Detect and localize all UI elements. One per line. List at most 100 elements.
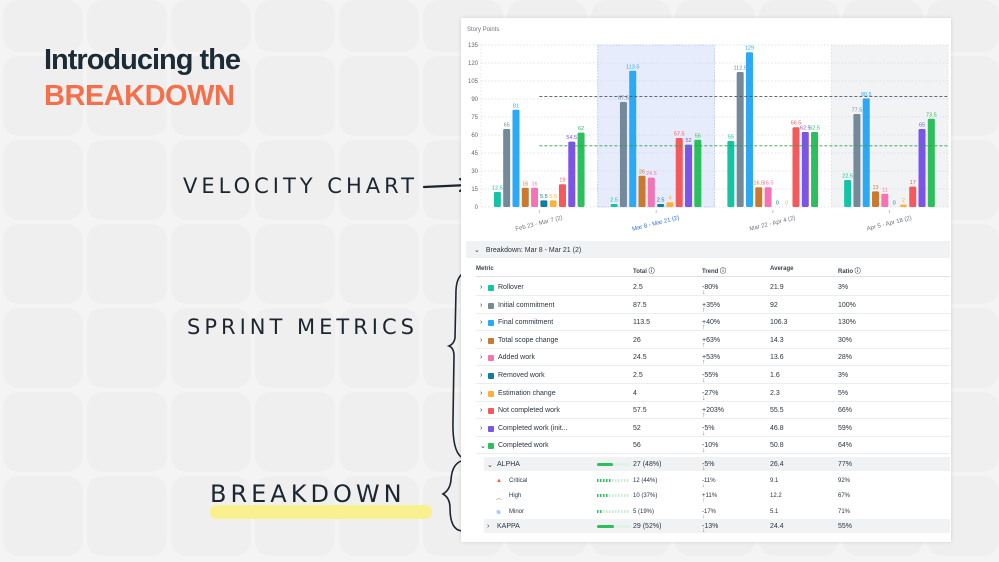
- info-icon[interactable]: ⓘ: [855, 269, 861, 275]
- bar: [685, 144, 693, 207]
- priority-label: High: [509, 493, 522, 499]
- chevron-right-icon[interactable]: ›: [480, 337, 482, 344]
- chevron-down-icon[interactable]: ⌄: [487, 461, 493, 469]
- bar-data-label: 55: [728, 135, 734, 141]
- bar: [493, 192, 501, 207]
- bar-data-label: 5.5: [540, 194, 548, 200]
- ratio-value: 92%: [838, 477, 851, 484]
- trend-value: ↓ -80%: [702, 284, 719, 296]
- group-row[interactable]: › KAPPA 29 (52%) ↓ -13% 24.4 55%: [484, 519, 950, 534]
- average-value: 92: [770, 301, 778, 309]
- bar: [745, 52, 753, 208]
- chevron-right-icon[interactable]: ›: [480, 319, 482, 326]
- ratio-value: 77%: [838, 461, 853, 468]
- series-swatch: [488, 302, 494, 309]
- arrow-down-icon: ↓: [702, 447, 706, 455]
- metric-row[interactable]: › Rollover 2.5 ↓ -80% 21.9 3%: [476, 279, 950, 296]
- chevron-right-icon[interactable]: ›: [480, 425, 482, 432]
- bar: [568, 141, 576, 207]
- ratio-value: 59%: [838, 424, 853, 432]
- trend-value: ↓ -55%: [702, 372, 719, 384]
- bar: [503, 129, 511, 207]
- bar: [558, 184, 566, 207]
- arrow-up-icon: ↑: [702, 306, 706, 314]
- chevron-right-icon[interactable]: ›: [480, 284, 482, 291]
- series-swatch: [488, 285, 494, 291]
- bar: [629, 70, 637, 207]
- bar: [764, 187, 772, 207]
- column-average: Average: [770, 266, 794, 272]
- priority-high-icon: ︿: [496, 496, 503, 502]
- metric-row[interactable]: › Final commitment 113.5 ↑ +40% 106.3 130…: [476, 314, 950, 332]
- share-bar: [597, 525, 630, 528]
- x-tick-label[interactable]: Mar 22 - Apr 4 (2): [749, 215, 796, 232]
- info-icon[interactable]: ⓘ: [720, 269, 726, 275]
- metric-row[interactable]: › Total scope change 26 ↑ +63% 14.3 30%: [476, 332, 950, 349]
- ratio-value: 66%: [838, 407, 853, 415]
- bar-data-label: 56: [695, 133, 701, 139]
- bar-data-label: 2: [902, 198, 905, 204]
- bar-data-label: 65: [504, 123, 510, 129]
- bar: [755, 187, 763, 207]
- total-value: 113.5: [633, 319, 650, 327]
- share-bar: [597, 509, 630, 513]
- total-value: 24.5: [633, 354, 647, 362]
- metric-row[interactable]: › Initial commitment 87.5 ↑ +35% 92 100%: [476, 297, 950, 314]
- ratio-value: 30%: [838, 336, 853, 344]
- x-tick-label[interactable]: Apr 5 - Apr 18 (2): [866, 216, 912, 233]
- metric-row[interactable]: ⌄ Completed work 56 ↓ -10% 50.8 64%: [476, 437, 950, 455]
- chevron-right-icon[interactable]: ›: [480, 407, 482, 414]
- bar-data-label: 26: [639, 169, 645, 175]
- breakdown-header[interactable]: ⌄ Breakdown: Mar 8 - Mar 21 (2): [466, 241, 950, 258]
- bar-data-label: 0: [776, 201, 779, 207]
- x-tick-label[interactable]: Mar 8 - Mar 21 (2): [632, 215, 680, 233]
- metric-row[interactable]: › Added work 24.5 ↑ +53% 13.6 28%: [476, 349, 950, 367]
- trend-value: ↓ -13%: [702, 523, 719, 534]
- chevron-right-icon[interactable]: ›: [480, 302, 482, 309]
- average-value: 26.4: [770, 461, 784, 468]
- total-value: 29 (52%): [633, 523, 662, 530]
- bar-data-label: 0: [893, 201, 896, 207]
- average-value: 106.3: [770, 319, 788, 327]
- chevron-right-icon[interactable]: ›: [480, 372, 482, 379]
- group-row[interactable]: ⌄ ALPHA 27 (48%) ↓ -5% 26.4 77%: [484, 457, 950, 472]
- bar: [577, 132, 585, 207]
- total-value: 87.5: [633, 301, 647, 309]
- priority-row[interactable]: ▲ Critical 12 (44%) ↓ -11% 9.1 92%: [476, 473, 950, 489]
- metric-row[interactable]: › Removed work 2.5 ↓ -55% 1.6 3%: [476, 367, 950, 384]
- trend-value: ↑ +35%: [702, 301, 721, 314]
- arrow-up-icon: ↑: [702, 324, 706, 332]
- chevron-right-icon[interactable]: ›: [487, 523, 489, 530]
- arrow-down-icon: ↓: [702, 289, 706, 296]
- trend-value: ↑ +53%: [702, 354, 721, 367]
- bar: [844, 180, 852, 207]
- bar-data-label: 52: [685, 138, 691, 144]
- priority-row[interactable]: ︿ High 10 (37%) ↑ +11% 12.2 67%: [476, 488, 950, 504]
- priority-row[interactable]: ≋ Minor 5 (19%) ↓ -17% 5.1 71%: [476, 504, 950, 520]
- y-tick-label: 15: [471, 187, 478, 193]
- metric-row[interactable]: › Not completed work 57.5 ↑ +203% 55.5 66…: [476, 402, 950, 420]
- bar-data-label: 5.5: [549, 194, 557, 200]
- metric-row[interactable]: › Completed work (init... 52 ↓ -5% 46.8 5…: [476, 420, 950, 437]
- chevron-down-icon[interactable]: ⌄: [480, 442, 486, 450]
- x-tick-label[interactable]: Feb 23 - Mar 7 (2): [515, 215, 563, 233]
- chevron-right-icon[interactable]: ›: [480, 354, 482, 361]
- trend-value: ↓ -27%: [702, 389, 719, 402]
- arrow-up-icon: ↑: [702, 341, 706, 349]
- y-tick-label: 135: [468, 43, 479, 49]
- chevron-right-icon[interactable]: ›: [480, 390, 482, 397]
- share-bar: [597, 463, 630, 466]
- info-icon[interactable]: ⓘ: [649, 269, 655, 275]
- bar-data-label: 77.5: [852, 108, 863, 114]
- y-tick-label: 120: [468, 61, 479, 67]
- y-axis-title: Story Points: [467, 27, 499, 33]
- series-swatch: [488, 337, 494, 344]
- trend-value: ↑ +203%: [702, 407, 724, 420]
- bar-data-label: 11: [882, 187, 888, 193]
- bar-data-label: 112.5: [733, 66, 746, 72]
- metric-row[interactable]: › Estimation change 4 ↓ -27% 2.3 5%: [476, 385, 950, 402]
- bar-data-label: 2.5: [657, 198, 665, 204]
- bar: [521, 187, 529, 207]
- bar-data-label: 129: [745, 46, 754, 52]
- bar-data-label: 17: [910, 180, 916, 186]
